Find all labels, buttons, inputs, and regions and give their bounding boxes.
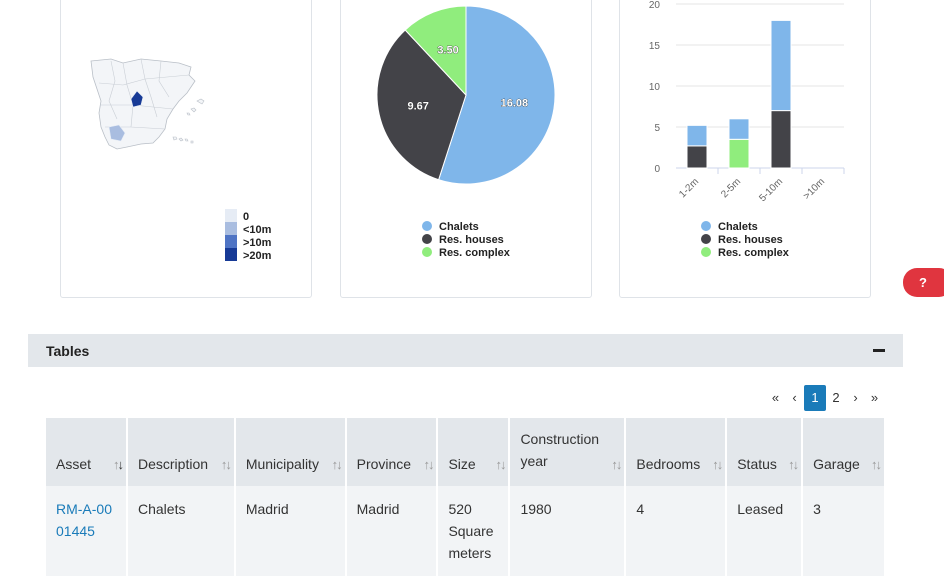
legend-swatch-2 (225, 235, 237, 248)
bar-res-houses-2[interactable] (770, 110, 792, 169)
cell-size: 520 Square meters (438, 486, 509, 576)
prev-page-button[interactable]: ‹ (785, 385, 804, 411)
sort-icon[interactable]: ↑↓ (221, 457, 232, 472)
first-page-button[interactable]: « (766, 385, 785, 411)
y-tick-label: 15 (649, 41, 661, 52)
y-tick-label: 10 (649, 82, 661, 93)
x-tick-label: 5-10m (757, 176, 785, 204)
dashboard-page: 0 <10m >10m >20m 16.08 9.67 3.50 Chalets Res… (0, 0, 944, 578)
legend-item[interactable]: Res. complex (439, 247, 511, 259)
spain-map: 0 <10m >10m >20m (90, 58, 272, 262)
column-header-construction-year[interactable]: Construction year ↑↓ (510, 418, 625, 486)
cell-municipality: Madrid (235, 486, 345, 576)
legend-marker (422, 247, 432, 257)
column-header-status[interactable]: Status ↑↓ (727, 418, 802, 486)
column-label: Municipality (245, 456, 319, 472)
legend-label-1: <10m (243, 224, 272, 236)
column-label: Size (448, 456, 476, 472)
column-header-province[interactable]: Province ↑↓ (346, 418, 437, 486)
map-legend: 0 <10m >10m >20m (225, 209, 272, 262)
cell-description: Chalets (128, 486, 234, 576)
y-tick-label: 20 (649, 0, 661, 11)
map-card: 0 <10m >10m >20m (60, 0, 312, 298)
table-row: RM-A-0001445 Chalets Madrid Madrid 520 S… (46, 486, 884, 576)
assets-table: Asset ↑↓ Description ↑↓ Municipality ↑↓ Pro… (44, 418, 886, 576)
last-page-button[interactable]: » (865, 385, 884, 411)
page-2-button[interactable]: 2 (826, 385, 846, 411)
sort-icon[interactable]: ↑↓ (611, 457, 622, 472)
column-label: Bedrooms (636, 456, 701, 472)
legend-swatch-3 (225, 248, 237, 261)
legend-marker (701, 221, 711, 231)
asset-link[interactable]: RM-A-0001445 (56, 498, 116, 542)
legend-item[interactable]: Res. houses (439, 234, 504, 246)
bar-chalets-0[interactable] (686, 124, 708, 147)
size-value: 520 Square meters (448, 501, 494, 561)
y-tick-label: 5 (654, 123, 660, 134)
bar-res-houses-0[interactable] (686, 145, 708, 169)
cell-bedrooms: 4 (626, 486, 726, 576)
column-header-bedrooms[interactable]: Bedrooms ↑↓ (626, 418, 726, 486)
legend-item[interactable]: Res. houses (718, 234, 783, 246)
pie-data-label: 3.50 (437, 44, 458, 56)
pie-data-label: 9.67 (408, 101, 429, 113)
legend-marker (701, 234, 711, 244)
legend-label-2: >10m (243, 237, 272, 249)
column-label: Construction year (520, 431, 600, 469)
column-header-municipality[interactable]: Municipality ↑↓ (235, 418, 345, 486)
pie-data-label: 16.08 (501, 98, 529, 110)
y-tick-label: 0 (654, 164, 660, 175)
column-label: Status (737, 456, 777, 472)
legend-marker (422, 234, 432, 244)
legend-label-0: 0 (243, 211, 249, 223)
page-1-button[interactable]: 1 (804, 385, 826, 411)
cell-construction-year: 1980 (510, 486, 625, 576)
cell-province: Madrid (346, 486, 437, 576)
legend-item[interactable]: Res. complex (718, 247, 790, 259)
legend-marker (422, 221, 432, 231)
legend-swatch-1 (225, 222, 237, 235)
pie-chart: 16.08 9.67 3.50 ChaletsRes. housesRes. comp… (376, 5, 556, 259)
bar-res-complex-1[interactable] (728, 138, 750, 169)
cell-asset: RM-A-0001445 (46, 486, 126, 576)
column-header-asset[interactable]: Asset ↑↓ (46, 418, 126, 486)
bar-chart: 0 5 10 15 20 1-2m 2-5m 5-10m >10m ChaletsRes. hou… (649, 0, 845, 259)
column-header-size[interactable]: Size ↑↓ (438, 418, 509, 486)
column-header-garage[interactable]: Garage ↑↓ (803, 418, 884, 486)
collapse-icon[interactable] (873, 349, 885, 352)
legend-item[interactable]: Chalets (718, 221, 758, 233)
column-label: Province (356, 456, 412, 472)
column-label: Asset (56, 456, 92, 472)
cell-garage: 3 (803, 486, 884, 576)
bar-chalets-2[interactable] (770, 19, 792, 112)
bar-chart-card: 0 5 10 15 20 1-2m 2-5m 5-10m >10m Chalets Res. hou… (619, 0, 871, 298)
sort-icon[interactable]: ↑↓ (712, 457, 723, 472)
sort-icon[interactable]: ↑↓ (113, 457, 124, 472)
legend-swatch-0 (225, 209, 237, 222)
sort-icon[interactable]: ↑↓ (871, 457, 882, 472)
pagination: « ‹ 1 2 › » (766, 385, 884, 411)
x-tick-label: 2-5m (719, 176, 743, 200)
column-label: Garage (813, 456, 860, 472)
tables-section-header: Tables (28, 334, 903, 367)
x-tick-label: 1-2m (677, 176, 701, 200)
tables-title: Tables (46, 343, 90, 359)
legend-item[interactable]: Chalets (439, 221, 479, 233)
next-page-button[interactable]: › (846, 385, 865, 411)
legend-marker (701, 247, 711, 257)
help-button[interactable]: ? (903, 268, 944, 297)
sort-icon[interactable]: ↑↓ (423, 457, 434, 472)
x-tick-label: >10m (801, 176, 827, 202)
legend-label-3: >20m (243, 250, 272, 262)
pie-chart-card: 16.08 9.67 3.50 Chalets Res. houses Res. comp… (340, 0, 592, 298)
sort-icon[interactable]: ↑↓ (788, 457, 799, 472)
column-label: Description (138, 456, 209, 472)
cell-status: Leased (727, 486, 802, 576)
spain-outline (90, 58, 196, 150)
sort-icon[interactable]: ↑↓ (495, 457, 506, 472)
column-header-description[interactable]: Description ↑↓ (128, 418, 234, 486)
bar-chalets-1[interactable] (728, 118, 750, 140)
sort-icon[interactable]: ↑↓ (332, 457, 343, 472)
